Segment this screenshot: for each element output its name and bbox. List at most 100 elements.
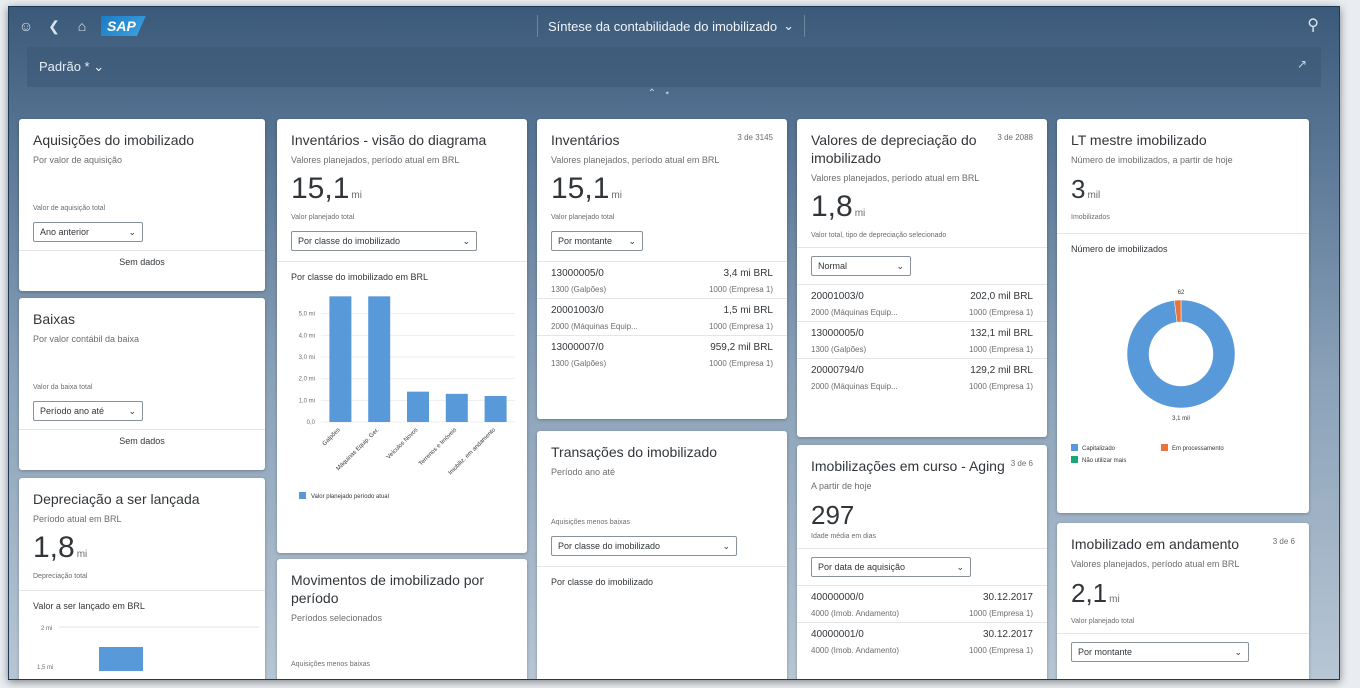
asset-id: 20001003/0 [551,305,604,316]
card-subtitle: Valores planejados, período atual em BRL [1071,559,1240,569]
depreciation-type-select[interactable]: Normal ⌄ [811,256,911,276]
kpi-label: Imobilizados [1071,214,1110,221]
kpi-label: Valor planejado total [551,214,615,221]
y-tick-label: 1,0 mi [299,398,315,404]
divider [1057,633,1309,634]
asset-class: 2000 (Máquinas Equip... [811,382,898,391]
period-select[interactable]: Ano anterior ⌄ [33,222,143,242]
card-baixas[interactable]: Baixas Por valor contábil da baixa Valor… [19,298,265,470]
y-tick-label: 1,5 mi [37,665,53,671]
select-value: Ano anterior [40,227,90,237]
card-lt-mestre[interactable]: LT mestre imobilizado Número de imobiliz… [1057,119,1309,513]
card-movimentos[interactable]: Movimentos de imobilizado por período Pe… [277,559,527,679]
kpi-number: 1,8 [811,190,853,223]
card-title: LT mestre imobilizado [1071,132,1207,148]
card-title: Baixas [33,311,76,327]
asset-id: 20001003/0 [811,291,864,302]
card-aquisicoes[interactable]: Aquisições do imobilizado Por valor de a… [19,119,265,291]
sort-select[interactable]: Por data de aquisição ⌄ [811,557,971,577]
kpi-label: Valor total, tipo de depreciação selecio… [811,232,947,239]
share-icon[interactable]: ↗ [1297,57,1307,71]
item-count: 3 de 2088 [997,133,1033,142]
kpi-value: 2,1 mi [1057,569,1309,616]
kpi-number: 3 [1071,174,1086,204]
list-item[interactable]: 20001003/0 1,5 mi BRL 2000 (Máquinas Equi… [537,298,787,335]
collapse-icon[interactable]: ⌃ [648,88,656,99]
list-item[interactable]: 20001003/0 202,0 mil BRL 2000 (Máquinas E… [797,284,1047,321]
asset-class: 4000 (Imob. Andamento) [811,609,900,618]
card-em-curso-aging[interactable]: Imobilizações em curso - Aging A partir … [797,445,1047,679]
search-icon[interactable]: ⚲ [1307,15,1319,35]
item-count: 3 de 3145 [737,133,773,142]
bar[interactable] [329,296,352,422]
card-transacoes[interactable]: Transações do imobilizado Período ano at… [537,431,787,679]
card-depreciacao-lancada[interactable]: Depreciação a ser lançada Período atual … [19,478,265,679]
bar[interactable] [407,391,429,422]
app-title: Síntese da contabilidade do imobilizado [548,18,778,34]
card-andamento[interactable]: Imobilizado em andamento Valores planeja… [1057,523,1309,679]
x-tick-label: Máquinas Equip. Ger. [336,427,381,472]
card-title: Movimentos de imobilizado por período [291,572,484,606]
asset-id: 40000001/0 [811,629,864,640]
bar[interactable] [445,393,468,422]
card-inventarios-diagrama[interactable]: Inventários - visão do diagrama Valores … [277,119,527,553]
asset-value: 959,2 mil BRL [710,342,773,353]
variant-selector[interactable]: Padrão * ⌄ [39,59,104,75]
legend-label: Não utilizar mais [1082,458,1126,464]
asset-class: 2000 (Máquinas Equip... [551,322,638,331]
list-item[interactable]: 13000005/0 132,1 mil BRL 1300 (Galpões) 10… [797,321,1047,358]
company-code: 1000 (Empresa 1) [968,609,1033,618]
kpi-label: Valor de aquisição total [33,205,106,212]
chevron-down-icon: ⌄ [462,235,470,246]
y-tick-label: 2,0 mi [299,377,315,383]
bar[interactable] [484,396,507,422]
asset-value: 202,0 mil BRL [970,291,1033,302]
user-icon[interactable]: ☺ [15,15,37,37]
group-by-select[interactable]: Por classe do imobilizado ⌄ [551,536,737,556]
pin-icon[interactable]: ⋆ [664,88,670,99]
list-item[interactable]: 13000007/0 959,2 mil BRL 1300 (Galpões) 10… [537,335,787,372]
bar[interactable] [99,647,143,671]
asset-value: 1,5 mi BRL [723,305,773,316]
period-select[interactable]: Período ano até ⌄ [33,401,143,421]
legend-swatch [1071,444,1078,451]
card-subtitle: Valores planejados, período atual em BRL [551,155,720,165]
list-item[interactable]: 40000001/0 30.12.2017 4000 (Imob. Andamen… [797,622,1047,659]
kpi-value: 297 [811,500,855,530]
bar[interactable] [368,296,391,422]
asset-value: 3,4 mi BRL [723,268,773,279]
company-code: 1000 (Empresa 1) [968,308,1033,317]
sap-logo[interactable]: SAP [101,16,146,36]
asset-id: 13000005/0 [811,328,864,339]
legend-swatch [299,492,306,499]
list-item[interactable]: 13000005/0 3,4 mi BRL 1300 (Galpões) 1000 … [537,261,787,298]
kpi-label: Aquisições menos baixas [291,661,370,668]
company-code: 1000 (Empresa 1) [968,345,1033,354]
card-inventarios[interactable]: Inventários Valores planejados, período … [537,119,787,419]
sort-select[interactable]: Por montante ⌄ [551,231,643,251]
chevron-down-icon: ⌄ [896,260,904,271]
card-subtitle: Período ano até [551,467,616,477]
kpi-number: 1,8 [33,531,75,564]
variant-bar: Padrão * ⌄ ↗ [27,47,1321,87]
y-tick-label: 4,0 mi [299,333,315,339]
card-subtitle: A partir de hoje [811,481,872,491]
list-item[interactable]: 20000794/0 129,2 mil BRL 2000 (Máquinas E… [797,358,1047,395]
group-by-select[interactable]: Por classe do imobilizado ⌄ [291,231,477,251]
bar-chart: 0,0 1,0 mi 2,0 mi 3,0 mi 4,0 mi 5,0 mi Galpões… [299,296,515,500]
asset-value: 132,1 mil BRL [970,328,1033,339]
select-value: Normal [818,261,848,271]
app-title-menu[interactable]: Síntese da contabilidade do imobilizado … [537,15,806,37]
sort-select[interactable]: Por montante ⌄ [1071,642,1249,662]
kpi-label: Aquisições menos baixas [551,519,630,526]
home-icon[interactable]: ⌂ [71,15,93,37]
card-valores-depreciacao[interactable]: Valores de depreciação do imobilizado Va… [797,119,1047,437]
kpi-label: Idade média em dias [811,533,876,540]
back-icon[interactable]: ❮ [43,15,65,37]
list-item[interactable]: 40000000/0 30.12.2017 4000 (Imob. Andamen… [797,585,1047,622]
kpi-label: Valor da baixa total [33,384,93,391]
shell-bar: ☺ ❮ ⌂ SAP Síntese da contabilidade do im… [9,7,1339,45]
y-tick-label: 5,0 mi [299,312,315,318]
data-label: 62 [1178,290,1185,296]
chart-title: Valor a ser lançado em BRL [33,601,145,611]
